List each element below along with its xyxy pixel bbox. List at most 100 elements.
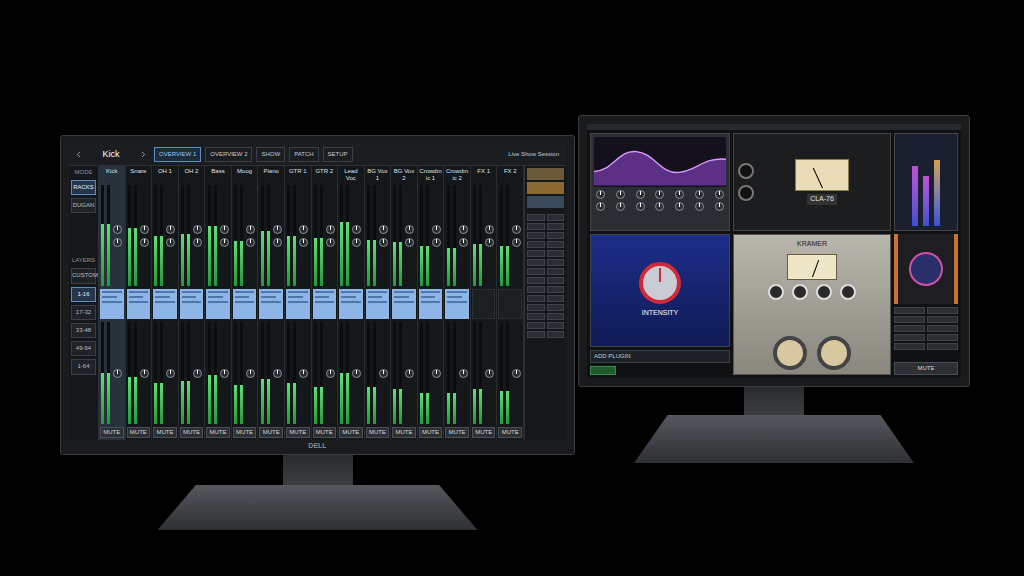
mute-button[interactable]: MUTE xyxy=(180,427,204,438)
pan-knob[interactable] xyxy=(220,238,229,247)
add-plugin-button[interactable]: ADD PLUGIN xyxy=(590,350,730,363)
mute-button[interactable]: MUTE xyxy=(894,362,958,375)
gain-knob[interactable] xyxy=(352,225,361,234)
mute-button[interactable]: MUTE xyxy=(206,427,230,438)
gain-knob[interactable] xyxy=(405,225,414,234)
eq-knob[interactable] xyxy=(675,190,684,199)
mute-button[interactable]: MUTE xyxy=(445,427,469,438)
rack-slot[interactable] xyxy=(153,289,177,319)
rack-key[interactable] xyxy=(894,325,925,332)
eq-knob[interactable] xyxy=(675,202,684,211)
tape-knob[interactable] xyxy=(768,284,784,300)
fader-knob[interactable] xyxy=(379,369,388,378)
mute-button[interactable]: MUTE xyxy=(313,427,337,438)
fader-knob[interactable] xyxy=(352,369,361,378)
fader-knob[interactable] xyxy=(220,369,229,378)
user-key[interactable] xyxy=(547,313,565,320)
user-key[interactable] xyxy=(527,250,545,257)
user-key[interactable] xyxy=(527,268,545,275)
fader-knob[interactable] xyxy=(512,369,521,378)
tab[interactable]: OVERVIEW 1 xyxy=(154,147,201,162)
eq-knob[interactable] xyxy=(695,190,704,199)
channel-strip[interactable]: GTR 1MUTE xyxy=(285,166,312,440)
fader-knob[interactable] xyxy=(193,369,202,378)
tab[interactable]: OVERVIEW 2 xyxy=(205,147,252,162)
fader-knob[interactable] xyxy=(432,369,441,378)
fader-knob[interactable] xyxy=(299,369,308,378)
intensity-knob[interactable] xyxy=(639,262,681,304)
pan-knob[interactable] xyxy=(485,238,494,247)
eq-knob[interactable] xyxy=(596,202,605,211)
rack-key[interactable] xyxy=(927,334,958,341)
eq-knob[interactable] xyxy=(616,190,625,199)
rack-key[interactable] xyxy=(894,307,925,314)
mute-button[interactable]: MUTE xyxy=(233,427,257,438)
rack-key[interactable] xyxy=(894,343,925,350)
rack-slot[interactable] xyxy=(206,289,230,319)
user-key[interactable] xyxy=(547,241,565,248)
user-key[interactable] xyxy=(527,304,545,311)
pan-knob[interactable] xyxy=(299,238,308,247)
gain-knob[interactable] xyxy=(512,225,521,234)
user-key[interactable] xyxy=(527,313,545,320)
mute-button[interactable]: MUTE xyxy=(366,427,390,438)
tape-knob[interactable] xyxy=(840,284,856,300)
pan-knob[interactable] xyxy=(246,238,255,247)
user-key[interactable] xyxy=(527,223,545,230)
mute-button[interactable]: MUTE xyxy=(127,427,151,438)
tape-knob[interactable] xyxy=(792,284,808,300)
fader-knob[interactable] xyxy=(113,369,122,378)
fader-knob[interactable] xyxy=(140,369,149,378)
gain-knob[interactable] xyxy=(379,225,388,234)
channel-strip[interactable]: OH 2MUTE xyxy=(179,166,206,440)
pan-knob[interactable] xyxy=(326,238,335,247)
channel-strip[interactable]: BG Vox 2MUTE xyxy=(391,166,418,440)
user-key[interactable] xyxy=(547,223,565,230)
channel-strip[interactable]: FX 1MUTE xyxy=(471,166,498,440)
user-key[interactable] xyxy=(547,322,565,329)
pan-knob[interactable] xyxy=(405,238,414,247)
mute-button[interactable]: MUTE xyxy=(339,427,363,438)
mute-button[interactable]: MUTE xyxy=(286,427,310,438)
channel-strip[interactable]: BG Vox 1MUTE xyxy=(365,166,392,440)
channel-strip[interactable]: SnareMUTE xyxy=(126,166,153,440)
rack-key[interactable] xyxy=(927,343,958,350)
channel-strip[interactable]: PianoMUTE xyxy=(258,166,285,440)
mute-button[interactable]: MUTE xyxy=(100,427,124,438)
tab[interactable]: PATCH xyxy=(289,147,318,162)
user-key[interactable] xyxy=(527,331,545,338)
eq-knob[interactable] xyxy=(715,190,724,199)
channel-strip[interactable]: Crowdmic 1MUTE xyxy=(418,166,445,440)
user-key[interactable] xyxy=(527,259,545,266)
pan-knob[interactable] xyxy=(273,238,282,247)
user-key[interactable] xyxy=(527,277,545,284)
rack-key[interactable] xyxy=(894,316,925,323)
rack-key[interactable] xyxy=(894,334,925,341)
rack-slot[interactable] xyxy=(180,289,204,319)
pan-knob[interactable] xyxy=(140,238,149,247)
fader-knob[interactable] xyxy=(326,369,335,378)
rack-slot[interactable] xyxy=(366,289,390,319)
pan-knob[interactable] xyxy=(166,238,175,247)
rack-key[interactable] xyxy=(927,316,958,323)
rack-slot[interactable] xyxy=(419,289,443,319)
tape-knob[interactable] xyxy=(816,284,832,300)
layer-button[interactable]: 1-64 xyxy=(71,359,96,374)
fader-knob[interactable] xyxy=(273,369,282,378)
eq-knob[interactable] xyxy=(655,202,664,211)
channel-strip[interactable]: KickMUTE xyxy=(99,166,126,440)
layer-button[interactable]: 49-64 xyxy=(71,341,96,356)
user-key[interactable] xyxy=(547,331,565,338)
pan-knob[interactable] xyxy=(459,238,468,247)
fader-knob[interactable] xyxy=(166,369,175,378)
channel-strip[interactable]: BassMUTE xyxy=(205,166,232,440)
mute-button[interactable]: MUTE xyxy=(392,427,416,438)
rack-slot[interactable] xyxy=(392,289,416,319)
bypass-button[interactable] xyxy=(590,366,616,375)
gain-knob[interactable] xyxy=(459,225,468,234)
rack-slot[interactable] xyxy=(498,289,522,319)
user-key[interactable] xyxy=(547,286,565,293)
gain-knob[interactable] xyxy=(326,225,335,234)
tab[interactable]: SETUP xyxy=(323,147,353,162)
rack-key[interactable] xyxy=(927,325,958,332)
